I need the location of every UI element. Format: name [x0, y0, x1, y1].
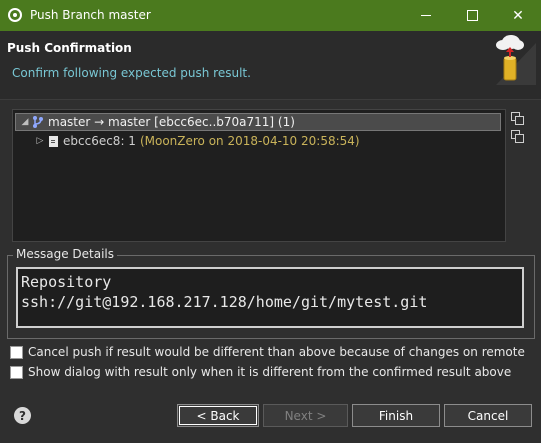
- tree-row-branch[interactable]: ◢ master → master [ebcc6ec..b70a711] (1): [15, 113, 501, 131]
- page-description: Confirm following expected push result.: [12, 66, 251, 80]
- message-line: ssh://git@192.168.217.128/home/git/mytes…: [21, 293, 428, 311]
- tree-row-commit[interactable]: ▷ ebcc6ec8: 1 (MoonZero on 2018-04-10 20…: [15, 132, 501, 150]
- maximize-icon: [466, 10, 478, 21]
- show-only-if-different-label: Show dialog with result only when it is …: [28, 365, 512, 379]
- cancel-if-different-checkbox[interactable]: [10, 345, 23, 359]
- message-details-legend: Message Details: [13, 247, 118, 261]
- push-result-tree[interactable]: ◢ master → master [ebcc6ec..b70a711] (1)…: [12, 109, 506, 242]
- message-details-group: Message Details Repository ssh://git@192…: [7, 247, 535, 339]
- show-only-if-different-checkbox[interactable]: [10, 365, 23, 379]
- finish-button[interactable]: Finish: [352, 404, 440, 427]
- cancel-if-different-label: Cancel push if result would be different…: [28, 345, 525, 359]
- help-icon[interactable]: ?: [14, 407, 31, 424]
- title-bar: Push Branch master ✕: [0, 0, 541, 31]
- wizard-header: Push Confirmation Confirm following expe…: [0, 31, 541, 100]
- eclipse-app-icon: [8, 8, 22, 22]
- minimize-button[interactable]: [403, 0, 449, 31]
- branch-icon: [33, 116, 43, 128]
- expand-all-icon-part: [515, 116, 524, 125]
- commit-file-icon: [49, 135, 58, 147]
- collapse-toggle-icon[interactable]: ▷: [33, 136, 47, 146]
- cancel-button[interactable]: Cancel: [444, 404, 532, 427]
- expand-all-button[interactable]: [511, 112, 525, 126]
- maximize-button[interactable]: [449, 0, 495, 31]
- message-details-text[interactable]: Repository ssh://git@192.168.217.128/hom…: [16, 267, 524, 328]
- commit-author: (MoonZero on 2018-04-10 20:58:54): [139, 134, 360, 148]
- show-only-if-different-option[interactable]: Show dialog with result only when it is …: [10, 365, 511, 379]
- expand-toggle-icon[interactable]: ◢: [18, 117, 32, 127]
- collapse-all-button[interactable]: [511, 130, 525, 144]
- window-title: Push Branch master: [30, 8, 151, 22]
- back-button[interactable]: < Back: [177, 404, 259, 427]
- collapse-all-icon-part: [515, 134, 524, 143]
- page-title: Push Confirmation: [7, 41, 132, 55]
- minimize-icon: [421, 15, 431, 16]
- cancel-if-different-option[interactable]: Cancel push if result would be different…: [10, 345, 525, 359]
- close-button[interactable]: ✕: [495, 0, 541, 31]
- branch-update-label: master → master [ebcc6ec..b70a711] (1): [48, 115, 295, 129]
- message-line: Repository: [21, 273, 112, 291]
- next-button[interactable]: Next >: [263, 404, 348, 427]
- commit-id: ebcc6ec8: 1: [63, 134, 136, 148]
- push-cloud-icon: [496, 35, 536, 85]
- close-icon: ✕: [512, 7, 524, 24]
